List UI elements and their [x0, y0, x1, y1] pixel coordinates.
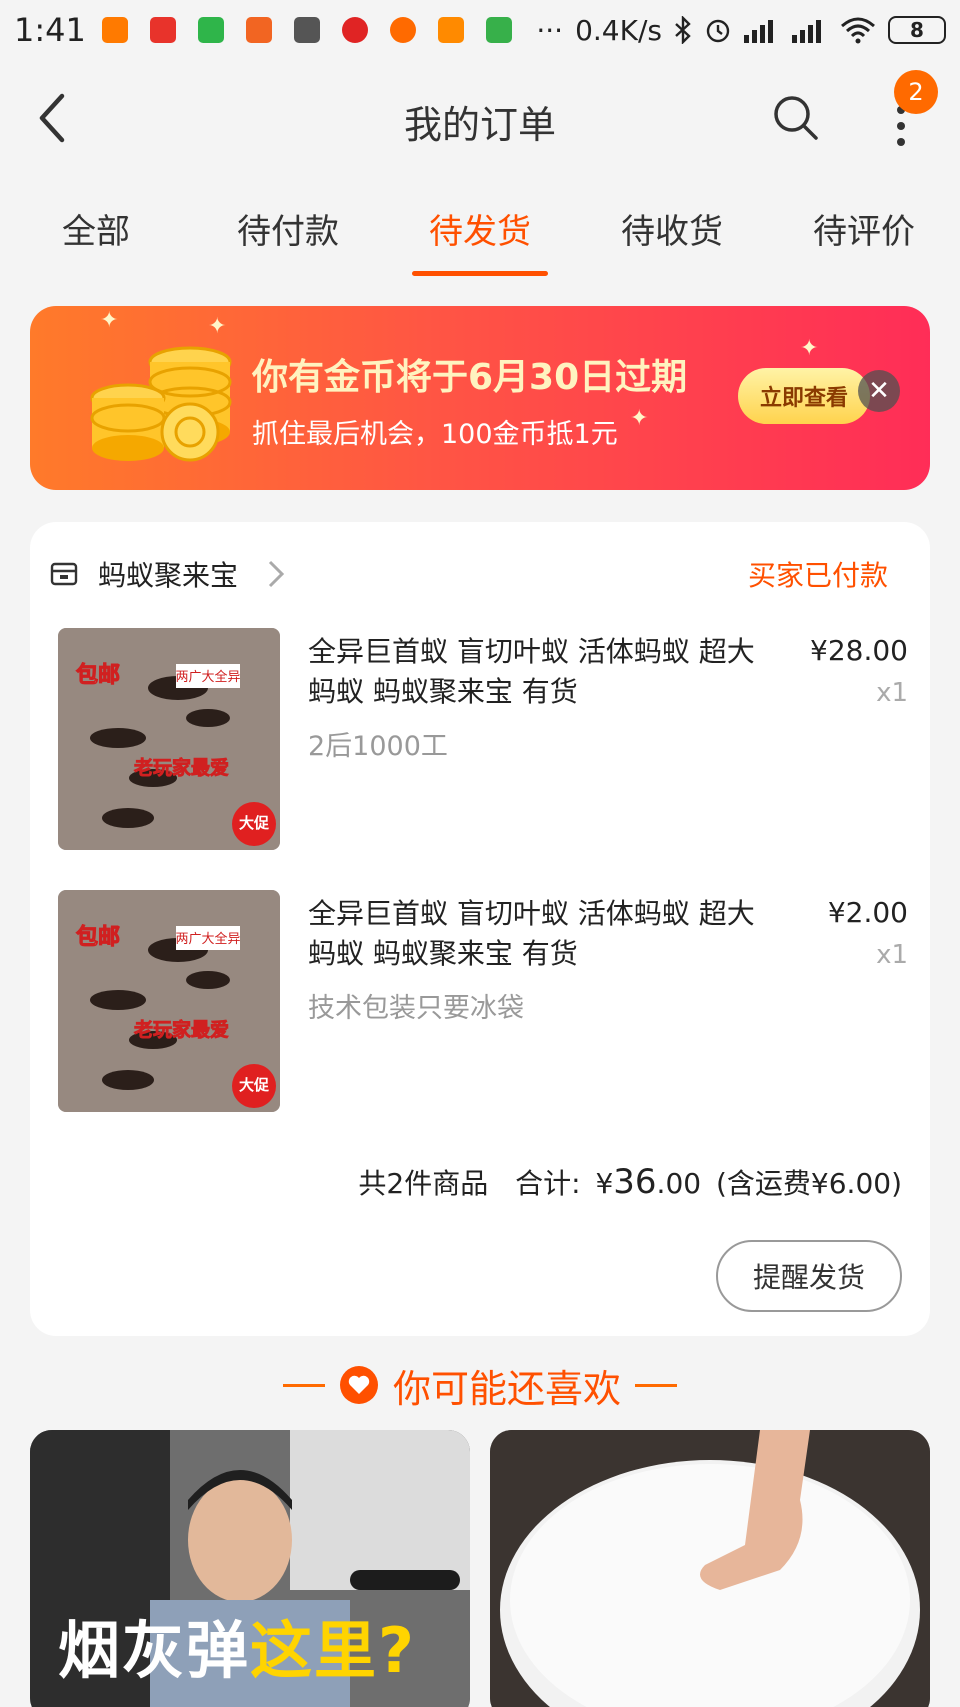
caption-part: 烟灰弹 [58, 1614, 251, 1687]
tab-pending-shipment[interactable]: 待发货 [384, 192, 576, 276]
chevron-right-icon[interactable] [266, 558, 286, 590]
coin-expiry-banner[interactable]: ✦ ✦ ✦ ✦ 你有金币将于6月30日过期 抓住最后机会，100金币抵1元 立即… [30, 306, 930, 490]
order-status: 买家已付款 [747, 559, 888, 592]
shop-name[interactable]: 蚂蚁聚来宝 [98, 554, 238, 594]
app-notification-icon [437, 17, 464, 43]
notification-badge: 2 [894, 70, 938, 114]
more-notifications-icon: ··· [536, 13, 564, 47]
recommend-title: 你可能还喜欢 [392, 1366, 621, 1411]
recommend-caption: 烟灰弹这里? [58, 1600, 416, 1690]
tab-pending-receipt[interactable]: 待收货 [576, 192, 768, 276]
thumb-tag-label: 两广大全异 [175, 931, 240, 947]
caption-highlight: 这里? [250, 1614, 416, 1687]
total-decimal: .00 [656, 1167, 702, 1200]
battery-indicator: 8 [888, 16, 946, 44]
search-icon[interactable] [770, 92, 822, 144]
total-integer: 36 [613, 1162, 657, 1202]
item-count: 共2件商品 [358, 1167, 489, 1200]
view-now-button[interactable]: 立即查看 [738, 368, 870, 424]
bluetooth-icon [675, 16, 691, 44]
thumb-tag-promo: 大促 [239, 1076, 270, 1094]
thumb-tag-slogan: 老玩家最爱 [134, 756, 229, 779]
item-title[interactable]: 全异巨首蚁 盲切叶蚁 活体蚂蚁 超大蚂蚁 蚂蚁聚来宝 有货 [308, 894, 758, 974]
recommend-card[interactable] [490, 1430, 930, 1707]
wifi-icon [841, 17, 875, 44]
item-price: ¥2.00 [827, 896, 908, 929]
divider [282, 1383, 325, 1387]
item-quantity: x1 [876, 940, 908, 970]
app-notification-icon [149, 17, 176, 43]
signal-icon [792, 20, 821, 43]
thumb-tag-slogan: 老玩家最爱 [134, 1018, 229, 1041]
nav-bar: 我的订单 2 [0, 62, 960, 178]
order-item[interactable]: 两广大全异 包邮 老玩家最爱 大促 全异巨首蚁 盲切叶蚁 活体蚂蚁 超大蚂蚁 蚂… [58, 890, 908, 1116]
app-notification-icon [341, 17, 368, 43]
product-image [490, 1430, 930, 1707]
status-bar: 1:41 ··· 0.4K/s 8 [0, 0, 960, 60]
tab-all[interactable]: 全部 [0, 192, 192, 276]
app-notification-icon [293, 17, 320, 43]
banner-title: 你有金币将于6月30日过期 [252, 357, 688, 398]
order-card[interactable]: 蚂蚁聚来宝 买家已付款 两广大全异 包邮 老玩家最爱 大促 全异巨首蚁 盲切叶蚁… [30, 522, 930, 1336]
shop-icon [50, 562, 78, 586]
divider [635, 1383, 677, 1387]
item-spec: 2后1000工 [308, 731, 448, 762]
app-notification-icon [101, 17, 128, 43]
app-notification-icon [197, 17, 224, 43]
status-time: 1:41 [14, 11, 86, 49]
order-summary: 共2件商品 合计: ¥36.00 (含运费¥6.00) [358, 1162, 902, 1202]
recommend-header: 你可能还喜欢 [0, 1350, 960, 1420]
sparkle-icon: ✦ [630, 406, 649, 431]
banner-subtitle: 抓住最后机会，100金币抵1元 [252, 419, 618, 450]
total-currency: ¥ [595, 1167, 614, 1200]
sparkle-icon: ✦ [208, 314, 227, 339]
close-icon[interactable]: ✕ [858, 370, 900, 412]
sparkle-icon: ✦ [800, 336, 819, 361]
item-quantity: x1 [876, 678, 908, 708]
tab-pending-payment[interactable]: 待付款 [192, 192, 384, 276]
thumb-tag-label: 两广大全异 [175, 669, 240, 685]
recommend-card[interactable]: 烟灰弹这里? [30, 1430, 470, 1707]
item-title[interactable]: 全异巨首蚁 盲切叶蚁 活体蚂蚁 超大蚂蚁 蚂蚁聚来宝 有货 [308, 632, 758, 712]
gold-coins-icon [90, 346, 232, 462]
order-item[interactable]: 两广大全异 包邮 老玩家最爱 大促 全异巨首蚁 盲切叶蚁 活体蚂蚁 超大蚂蚁 蚂… [58, 628, 908, 854]
heart-icon [339, 1366, 378, 1404]
app-notification-icon [245, 17, 272, 43]
thumb-tag-free-shipping: 包邮 [76, 924, 120, 950]
sparkle-icon: ✦ [100, 308, 119, 333]
total-label: 合计: [515, 1167, 581, 1200]
product-thumbnail[interactable]: 两广大全异 包邮 老玩家最爱 大促 [58, 890, 280, 1112]
remind-shipment-button[interactable]: 提醒发货 [716, 1240, 902, 1312]
order-tabs: 全部 待付款 待发货 待收货 待评价 [0, 192, 960, 276]
alarm-icon [706, 19, 730, 43]
item-price: ¥28.00 [810, 634, 908, 667]
network-speed: 0.4K/s [575, 13, 662, 47]
app-notification-icon [389, 17, 416, 43]
thumb-tag-promo: 大促 [239, 814, 270, 832]
signal-icon [744, 20, 773, 43]
app-notification-icon [485, 17, 512, 43]
shipping-fee: (含运费¥6.00) [715, 1167, 902, 1200]
shop-row[interactable]: 蚂蚁聚来宝 买家已付款 [50, 550, 910, 598]
thumb-tag-free-shipping: 包邮 [76, 662, 120, 688]
product-thumbnail[interactable]: 两广大全异 包邮 老玩家最爱 大促 [58, 628, 280, 850]
tab-pending-review[interactable]: 待评价 [768, 192, 960, 276]
item-spec: 技术包装只要冰袋 [308, 993, 524, 1024]
